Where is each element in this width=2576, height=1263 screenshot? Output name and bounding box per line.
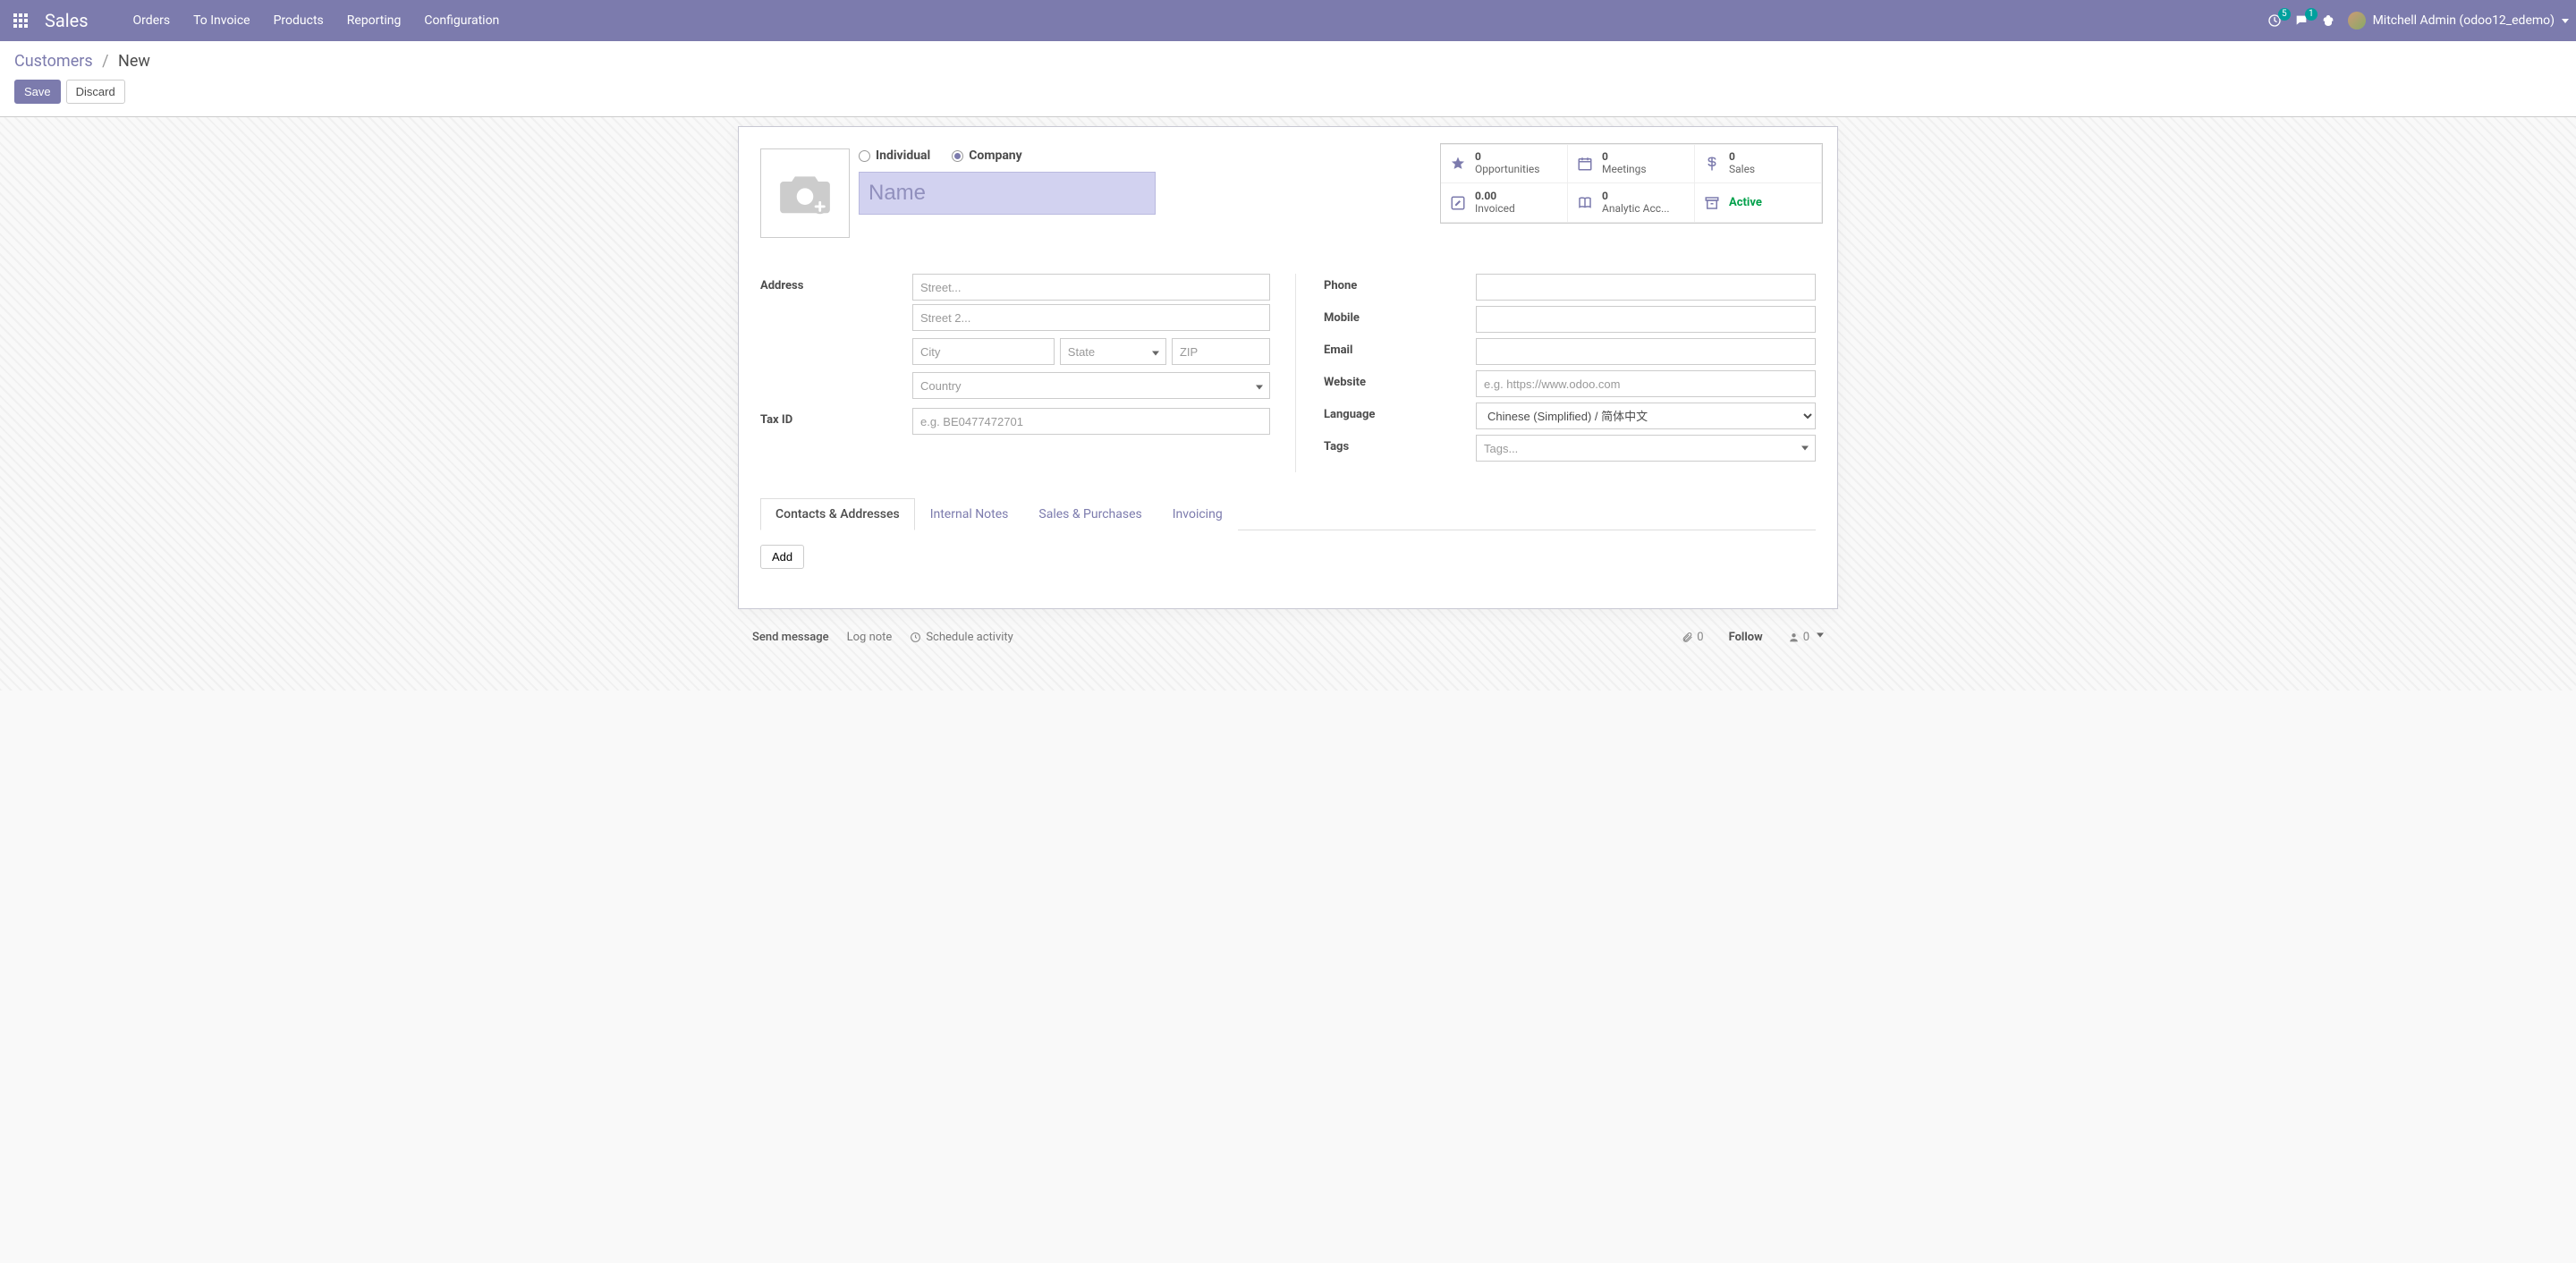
nav-menu: Orders To Invoice Products Reporting Con… [124, 8, 509, 33]
messages-icon[interactable]: 1 [2294, 13, 2309, 28]
stat-sales[interactable]: 0Sales [1695, 144, 1822, 183]
stat-active-label: Active [1729, 196, 1762, 209]
book-icon [1575, 195, 1595, 211]
nav-item-configuration[interactable]: Configuration [415, 8, 508, 33]
radio-label: Company [969, 148, 1021, 163]
stat-val: 0 [1602, 191, 1670, 203]
breadcrumb-current: New [118, 52, 150, 71]
avatar [2348, 12, 2366, 30]
stat-val: 0.00 [1475, 191, 1515, 203]
country-input[interactable] [912, 372, 1270, 399]
pencil-square-icon [1448, 195, 1468, 211]
nav-right: 5 1 Mitchell Admin (odoo12_edemo) [2267, 12, 2569, 30]
stat-val: 0 [1602, 151, 1647, 164]
language-select[interactable]: Chinese (Simplified) / 简体中文 [1476, 403, 1816, 429]
stat-opportunities[interactable]: 0Opportunities [1441, 144, 1568, 183]
mobile-input[interactable] [1476, 306, 1816, 333]
caret-down-icon [1817, 633, 1824, 638]
tab-content: Add [760, 530, 1816, 587]
caret-down-icon [2562, 19, 2569, 23]
form-sheet: 0Opportunities 0Meetings 0Sales 0.00Invo… [738, 126, 1838, 609]
radio-individual[interactable]: Individual [859, 148, 930, 163]
messages-badge: 1 [2305, 8, 2318, 21]
log-note-button[interactable]: Log note [847, 631, 893, 644]
schedule-activity-button[interactable]: Schedule activity [910, 631, 1013, 644]
radio-dot-icon [952, 150, 963, 162]
stat-analytic[interactable]: 0Analytic Acc... [1568, 183, 1695, 223]
tags-label: Tags [1324, 435, 1476, 453]
schedule-label: Schedule activity [926, 631, 1013, 644]
website-input[interactable] [1476, 370, 1816, 397]
radio-label: Individual [876, 148, 930, 163]
followers-num: 0 [1803, 631, 1809, 644]
stat-buttons: 0Opportunities 0Meetings 0Sales 0.00Invo… [1440, 143, 1823, 224]
brand-title: Sales [45, 10, 89, 31]
phone-input[interactable] [1476, 274, 1816, 301]
archive-icon [1702, 195, 1722, 211]
stat-meetings[interactable]: 0Meetings [1568, 144, 1695, 183]
followers-count[interactable]: 0 [1788, 631, 1824, 644]
activities-icon[interactable]: 5 [2267, 13, 2282, 28]
attachments-num: 0 [1697, 631, 1703, 644]
stat-label: Invoiced [1475, 203, 1515, 216]
stat-label: Meetings [1602, 164, 1647, 176]
radio-company[interactable]: Company [952, 148, 1021, 163]
stat-val: 0 [1729, 151, 1755, 164]
tab-contacts[interactable]: Contacts & Addresses [760, 498, 915, 530]
user-name: Mitchell Admin (odoo12_edemo) [2373, 13, 2555, 28]
taxid-input[interactable] [912, 408, 1270, 435]
stat-active[interactable]: Active [1695, 183, 1822, 223]
stat-label: Sales [1729, 164, 1755, 176]
street2-input[interactable] [912, 304, 1270, 331]
city-input[interactable] [912, 338, 1055, 365]
send-message-button[interactable]: Send message [752, 631, 829, 644]
breadcrumb: Customers / New [14, 52, 2562, 71]
follow-button[interactable]: Follow [1729, 631, 1763, 644]
breadcrumb-parent[interactable]: Customers [14, 52, 93, 71]
email-label: Email [1324, 338, 1476, 357]
address-label: Address [760, 274, 912, 292]
apps-icon[interactable] [7, 7, 34, 34]
breadcrumb-sep: / [102, 52, 108, 71]
save-button[interactable]: Save [14, 80, 61, 104]
calendar-icon [1575, 156, 1595, 172]
image-upload[interactable] [760, 148, 850, 238]
company-type-radio: Individual Company [859, 148, 1156, 163]
control-panel: Customers / New Save Discard [0, 41, 2576, 117]
language-label: Language [1324, 403, 1476, 421]
add-contact-button[interactable]: Add [760, 545, 804, 569]
nav-item-products[interactable]: Products [265, 8, 333, 33]
tab-internal-notes[interactable]: Internal Notes [915, 498, 1024, 530]
notebook-tabs: Contacts & Addresses Internal Notes Sale… [760, 497, 1816, 530]
tab-invoicing[interactable]: Invoicing [1157, 498, 1238, 530]
user-menu[interactable]: Mitchell Admin (odoo12_edemo) [2348, 12, 2569, 30]
phone-label: Phone [1324, 274, 1476, 292]
attachments-count[interactable]: 0 [1682, 631, 1703, 644]
stat-label: Opportunities [1475, 164, 1539, 176]
nav-item-reporting[interactable]: Reporting [338, 8, 411, 33]
discard-button[interactable]: Discard [66, 80, 125, 104]
name-input[interactable] [859, 172, 1156, 215]
street-input[interactable] [912, 274, 1270, 301]
tags-input[interactable] [1476, 435, 1816, 462]
debug-icon[interactable] [2321, 13, 2335, 28]
activities-badge: 5 [2278, 8, 2291, 21]
stat-invoiced[interactable]: 0.00Invoiced [1441, 183, 1568, 223]
top-nav: Sales Orders To Invoice Products Reporti… [0, 0, 2576, 41]
mobile-label: Mobile [1324, 306, 1476, 325]
tab-sales-purchases[interactable]: Sales & Purchases [1023, 498, 1157, 530]
email-input[interactable] [1476, 338, 1816, 365]
taxid-label: Tax ID [760, 408, 912, 427]
chatter: Send message Log note Schedule activity … [738, 620, 1838, 655]
website-label: Website [1324, 370, 1476, 389]
nav-item-orders[interactable]: Orders [124, 8, 180, 33]
dollar-icon [1702, 156, 1722, 172]
state-input[interactable] [1060, 338, 1166, 365]
nav-item-to-invoice[interactable]: To Invoice [184, 8, 259, 33]
stat-val: 0 [1475, 151, 1539, 164]
stat-label: Analytic Acc... [1602, 203, 1670, 216]
radio-dot-icon [859, 150, 870, 162]
zip-input[interactable] [1172, 338, 1270, 365]
star-icon [1448, 156, 1468, 172]
